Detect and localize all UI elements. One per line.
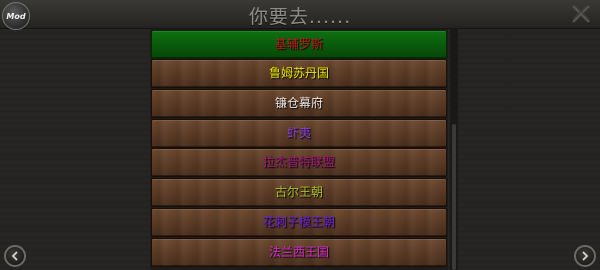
destination-row[interactable]: 鲁姆苏丹国 [151,59,447,88]
destination-row[interactable]: 花剌子模王朝 [151,208,447,237]
destination-label: 虾夷 [286,126,311,140]
destination-row[interactable]: 虾夷 [151,119,447,148]
destination-label: 拉杰普特联盟 [262,155,335,169]
destination-row[interactable]: 镰仓幕府 [151,89,447,118]
prev-page-button[interactable] [4,245,26,267]
left-backdrop [0,28,150,270]
destination-label: 花剌子模王朝 [262,215,335,229]
destination-label: 古尔王朝 [274,185,323,199]
destination-row[interactable]: 古尔王朝 [151,178,447,207]
destination-row[interactable]: 法兰西王国 [151,238,447,267]
mod-label: Mod [6,11,26,21]
right-backdrop [448,28,600,270]
destination-label: 鲁姆苏丹国 [268,66,329,80]
destination-label: 镰仓幕府 [274,96,323,110]
page-title: 你要去...... [248,6,352,28]
title-bar: 你要去...... [0,0,600,29]
mod-badge[interactable]: Mod [2,2,30,30]
scrollbar-thumb[interactable] [452,124,456,270]
destination-label: 基辅罗斯 [274,37,323,51]
close-icon[interactable] [570,3,592,25]
arrow-right-icon [582,251,589,261]
destination-label: 法兰西王国 [268,245,329,259]
destination-row[interactable]: 拉杰普特联盟 [151,148,447,177]
destination-list: 基辅罗斯 鲁姆苏丹国 镰仓幕府 虾夷 拉杰普特联盟 古尔王朝 花剌子模王朝 法兰… [151,28,447,270]
next-page-button[interactable] [574,245,596,267]
arrow-left-icon [11,251,18,261]
destination-row[interactable]: 基辅罗斯 [151,30,447,59]
